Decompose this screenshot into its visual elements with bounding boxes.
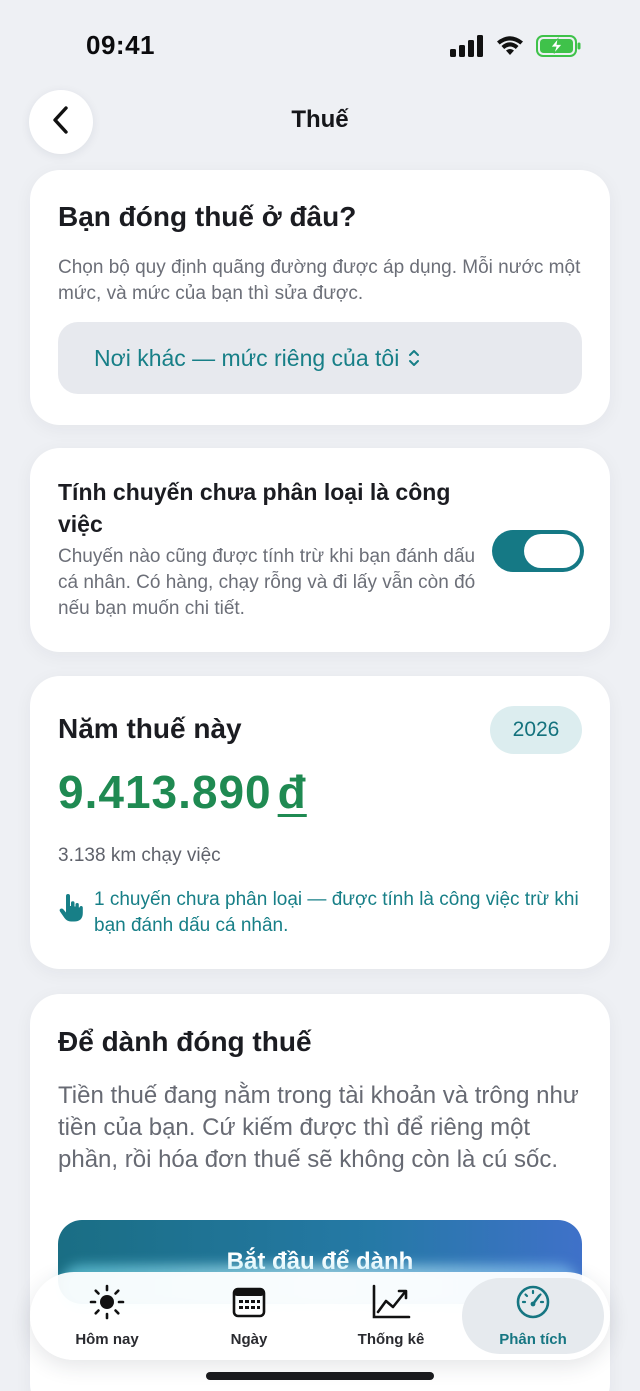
tab-stats-label: Thống kê	[357, 1331, 425, 1348]
status-bar: 09:41	[0, 0, 640, 90]
unclassified-as-work-toggle[interactable]	[492, 530, 584, 572]
battery-charging-icon	[536, 34, 582, 63]
tab-days[interactable]: Ngày	[178, 1278, 320, 1354]
tab-today[interactable]: Hôm nay	[36, 1278, 178, 1354]
tab-analysis[interactable]: Phân tích	[462, 1278, 604, 1354]
tax-region-description: Chọn bộ quy định quãng đường được áp dụn…	[58, 257, 581, 304]
unclassified-trips-card: Tính chuyến chưa phân loại là công việc …	[30, 448, 610, 652]
gauge-icon	[515, 1284, 551, 1325]
tab-bar: Hôm nay Ngày Thống kê Phân tích	[30, 1272, 610, 1360]
tax-region-card: Bạn đóng thuế ở đâu? Chọn bộ quy định qu…	[30, 170, 610, 425]
save-for-tax-description: Tiền thuế đang nằm trong tài khoản và tr…	[58, 1082, 579, 1173]
unclassified-note-text: 1 chuyến chưa phân loại — được tính là c…	[94, 889, 579, 936]
unclassified-trips-description: Chuyến nào cũng được tính trừ khi bạn đá…	[58, 546, 476, 619]
work-km-text: 3.138 km chạy việc	[58, 845, 221, 866]
hand-tap-icon	[58, 893, 94, 928]
sun-icon	[89, 1284, 125, 1325]
wifi-icon	[496, 35, 524, 62]
tax-region-title: Bạn đóng thuế ở đâu?	[58, 201, 357, 232]
tab-days-label: Ngày	[230, 1331, 268, 1348]
save-for-tax-title: Để dành đóng thuế	[58, 1026, 312, 1057]
status-time: 09:41	[86, 30, 155, 60]
screen: 09:41 Thuế Bạn đóng thuế ở đâu? Chọn bộ …	[0, 0, 640, 1391]
tax-region-select-value: Nơi khác — mức riêng của tôi	[94, 344, 400, 371]
status-icons	[450, 34, 582, 63]
unclassified-note[interactable]: 1 chuyến chưa phân loại — được tính là c…	[58, 887, 582, 939]
calendar-icon	[231, 1284, 267, 1325]
currency-symbol: đ	[277, 766, 307, 818]
unclassified-trips-title: Tính chuyến chưa phân loại là công việc	[58, 479, 451, 537]
chart-icon	[371, 1284, 411, 1325]
tax-region-select[interactable]: Nơi khác — mức riêng của tôi	[58, 322, 582, 394]
tax-amount-value: 9.413.890	[58, 766, 272, 818]
chevron-up-down-icon	[407, 347, 421, 369]
toggle-knob	[524, 534, 580, 568]
tax-total-amount: 9.413.890 đ	[58, 765, 582, 819]
home-indicator	[206, 1372, 434, 1380]
tab-analysis-label: Phân tích	[499, 1331, 567, 1348]
page-title: Thuế	[291, 106, 349, 133]
tab-today-label: Hôm nay	[75, 1331, 139, 1348]
tax-year-card: Năm thuế này 2026 9.413.890 đ 3.138 km ch…	[30, 676, 610, 969]
tax-year-badge[interactable]: 2026	[490, 706, 582, 754]
tab-stats[interactable]: Thống kê	[320, 1278, 462, 1354]
cellular-signal-icon	[450, 35, 484, 62]
